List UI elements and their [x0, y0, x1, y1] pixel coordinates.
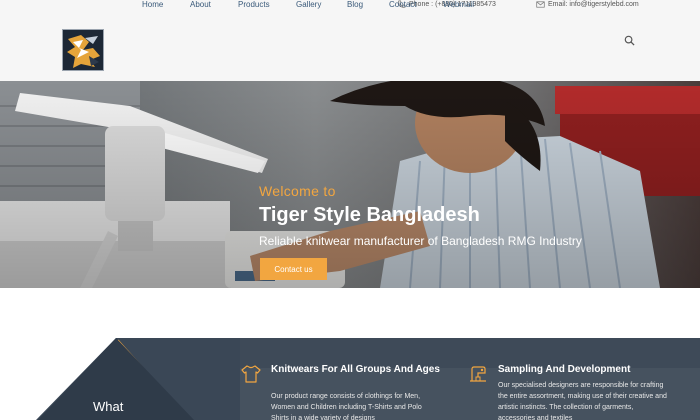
hero-title: Tiger Style Bangladesh [259, 204, 480, 226]
site-logo[interactable] [62, 29, 104, 71]
feature-sampling-title: Sampling And Development [498, 364, 631, 375]
hero-photo [0, 81, 700, 288]
nav-contact[interactable]: Contact [389, 0, 417, 9]
search-icon[interactable] [624, 35, 635, 46]
contact-us-button[interactable]: Contact us [260, 258, 327, 280]
hero-banner: Welcome to Tiger Style Bangladesh Reliab… [0, 81, 700, 288]
nav-webmail[interactable]: Webmail [443, 0, 474, 9]
mail-icon [536, 1, 545, 8]
tiger-logo-icon [63, 30, 103, 70]
hero-welcome: Welcome to [259, 183, 336, 199]
sewing-machine-icon [470, 366, 486, 382]
hero-subtitle: Reliable knitwear manufacturer of Bangla… [259, 234, 582, 248]
nav-products[interactable]: Products [238, 0, 270, 9]
nav-about[interactable]: About [190, 0, 211, 9]
email-contact[interactable]: Email: info@tigerstylebd.com [536, 0, 639, 9]
nav-blog[interactable]: Blog [347, 0, 363, 9]
feature-knitwears-text: Our product range consists of clothings … [271, 393, 422, 420]
shirt-icon [241, 365, 261, 383]
site-header: Phone : (+880) 1711985473 Email: info@ti… [0, 0, 700, 81]
nav-gallery[interactable]: Gallery [296, 0, 321, 9]
email-text: Email: info@tigerstylebd.com [548, 1, 639, 8]
page: Phone : (+880) 1711985473 Email: info@ti… [0, 0, 700, 420]
feature-sampling-text: Our specialised designers are responsibl… [498, 382, 667, 420]
feature-knitwears-title: Knitwears For All Groups And Ages [271, 364, 440, 375]
nav-home[interactable]: Home [142, 0, 163, 9]
what-label: What [93, 399, 124, 414]
